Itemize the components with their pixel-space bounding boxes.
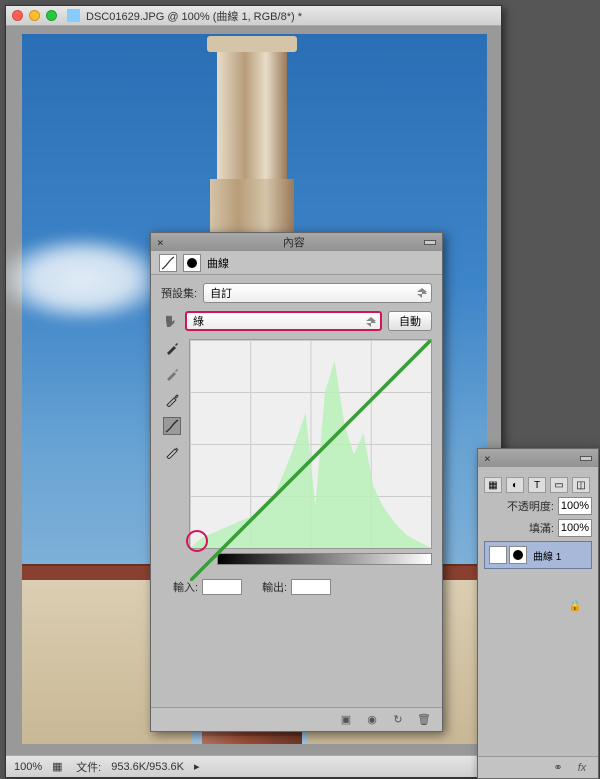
input-label: 輸入: <box>173 579 198 595</box>
filter-adjust-icon[interactable]: ◐ <box>506 477 524 493</box>
curve-graph[interactable] <box>189 339 432 549</box>
status-bar: 100% ▦ 文件: 953.6K/953.6K ▸ <box>6 755 501 777</box>
eyedropper-white-icon[interactable] <box>163 391 181 409</box>
input-field[interactable] <box>202 579 242 595</box>
fill-label: 填滿: <box>529 520 554 536</box>
doc-size-value: 953.6K/953.6K <box>111 761 184 773</box>
panel-tabs: 曲線 <box>151 251 442 275</box>
layer-name[interactable]: 曲線 1 <box>533 548 561 563</box>
lock-icon[interactable]: 🔒 <box>568 599 582 612</box>
layers-collapse-icon[interactable] <box>580 456 592 461</box>
clip-icon[interactable]: ▣ <box>338 712 354 728</box>
channel-select[interactable]: 綠 <box>185 311 382 331</box>
layer-filter-row: ▦ ◐ T ▭ ◫ <box>484 477 592 493</box>
filter-shape-icon[interactable]: ▭ <box>550 477 568 493</box>
curves-tab-icon[interactable] <box>159 254 177 272</box>
close-button[interactable] <box>12 10 23 21</box>
output-field[interactable] <box>291 579 331 595</box>
zoom-level[interactable]: 100% <box>14 761 42 773</box>
preset-label: 預設集: <box>161 285 197 301</box>
layers-footer: ⚭ fx <box>478 756 598 778</box>
tab-label: 曲線 <box>207 255 229 271</box>
window-controls <box>12 10 57 21</box>
visibility-icon[interactable]: ◉ <box>364 712 380 728</box>
panel-footer: ▣ ◉ ↻ 🗑 <box>151 707 442 731</box>
fill-field[interactable]: 100% <box>558 519 592 537</box>
doc-size-label: 文件: <box>76 759 101 775</box>
status-arrow-icon[interactable]: ▸ <box>194 760 200 773</box>
document-icon <box>67 9 80 22</box>
trash-icon[interactable]: 🗑 <box>416 712 432 728</box>
status-icon[interactable]: ▦ <box>52 760 66 774</box>
layer-thumb-icon[interactable] <box>489 546 507 564</box>
hand-icon[interactable] <box>161 312 179 330</box>
filter-smart-icon[interactable]: ◫ <box>572 477 590 493</box>
opacity-field[interactable]: 100% <box>558 497 592 515</box>
layers-header[interactable]: × <box>478 449 598 467</box>
curves-panel: × 內容 曲線 預設集: 自訂 綠 自動 <box>150 232 443 732</box>
curve-point-marker[interactable] <box>186 530 208 552</box>
titlebar[interactable]: DSC01629.JPG @ 100% (曲線 1, RGB/8*) * <box>6 6 501 26</box>
opacity-label: 不透明度: <box>507 498 554 514</box>
zoom-button[interactable] <box>46 10 57 21</box>
pencil-icon[interactable] <box>163 443 181 461</box>
panel-title: 內容 <box>283 234 305 250</box>
eyedropper-gray-icon[interactable] <box>163 365 181 383</box>
layers-panel: × ▦ ◐ T ▭ ◫ 不透明度: 100% 填滿: 100% 曲線 1 🔒 <box>477 448 599 779</box>
window-title: DSC01629.JPG @ 100% (曲線 1, RGB/8*) * <box>86 8 302 24</box>
filter-image-icon[interactable]: ▦ <box>484 477 502 493</box>
auto-button[interactable]: 自動 <box>388 311 432 331</box>
layer-mask-icon[interactable] <box>509 546 527 564</box>
preset-select[interactable]: 自訂 <box>203 283 432 303</box>
eyedropper-black-icon[interactable] <box>163 339 181 357</box>
layers-close-icon[interactable]: × <box>484 452 491 465</box>
reset-icon[interactable]: ↻ <box>390 712 406 728</box>
filter-type-icon[interactable]: T <box>528 477 546 493</box>
link-icon[interactable]: ⚭ <box>550 760 566 776</box>
fx-icon[interactable]: fx <box>574 760 590 776</box>
mask-tab-icon[interactable] <box>183 254 201 272</box>
panel-close-icon[interactable]: × <box>157 236 164 249</box>
curve-edit-icon[interactable] <box>163 417 181 435</box>
layer-row-curves[interactable]: 曲線 1 <box>484 541 592 569</box>
panel-header[interactable]: × 內容 <box>151 233 442 251</box>
output-label: 輸出: <box>262 579 287 595</box>
minimize-button[interactable] <box>29 10 40 21</box>
panel-collapse-icon[interactable] <box>424 240 436 245</box>
